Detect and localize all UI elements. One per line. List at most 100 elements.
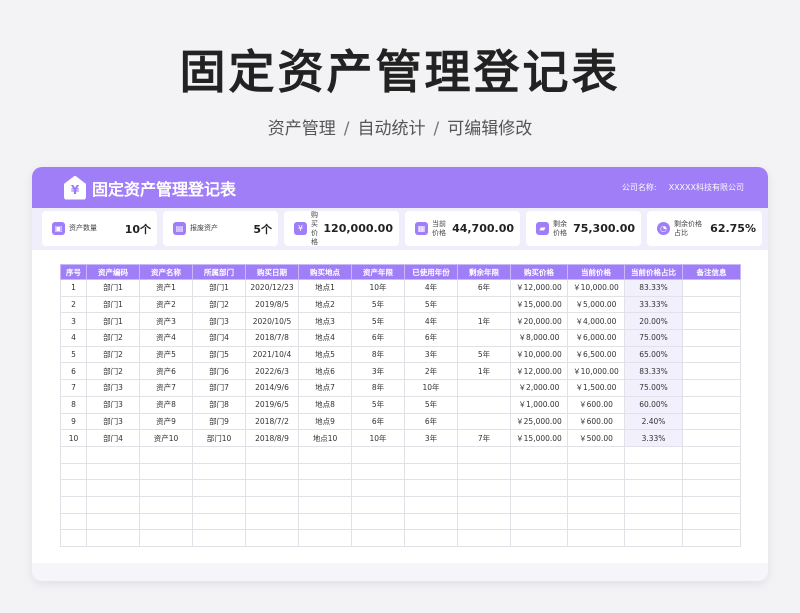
- table-cell[interactable]: 部门2: [86, 329, 140, 347]
- table-cell[interactable]: 部门10: [192, 429, 246, 447]
- table-cell[interactable]: 地点2: [298, 295, 352, 314]
- table-cell[interactable]: [624, 479, 683, 497]
- table-cell[interactable]: 资产3: [139, 312, 193, 331]
- table-cell[interactable]: 部门2: [86, 362, 140, 381]
- table-cell[interactable]: ￥10,000.00: [567, 279, 625, 297]
- table-cell[interactable]: 2021/10/4: [245, 345, 299, 364]
- table-cell[interactable]: 5: [60, 345, 87, 364]
- column-header[interactable]: 购买日期: [245, 264, 299, 280]
- table-cell[interactable]: 地点5: [298, 345, 352, 364]
- table-cell[interactable]: 6年: [404, 412, 458, 431]
- table-cell[interactable]: 地点3: [298, 312, 352, 331]
- table-cell[interactable]: 资产2: [139, 295, 193, 314]
- table-cell[interactable]: [567, 495, 625, 514]
- column-header[interactable]: 购买地点: [298, 264, 352, 280]
- table-cell[interactable]: [404, 495, 458, 514]
- table-cell[interactable]: [86, 495, 140, 514]
- column-header[interactable]: 剩余年限: [457, 264, 511, 280]
- table-cell[interactable]: 地点6: [298, 362, 352, 381]
- table-cell[interactable]: [510, 445, 568, 464]
- table-cell[interactable]: [567, 445, 625, 464]
- table-cell[interactable]: ￥10,000.00: [567, 362, 625, 381]
- table-cell[interactable]: [624, 445, 683, 464]
- table-cell[interactable]: [510, 512, 568, 531]
- column-header[interactable]: 已使用年份: [404, 264, 458, 280]
- table-cell[interactable]: [192, 529, 246, 547]
- table-cell[interactable]: [139, 495, 193, 514]
- table-cell[interactable]: [404, 445, 458, 464]
- table-cell[interactable]: [60, 479, 87, 497]
- table-cell[interactable]: ￥5,000.00: [567, 295, 625, 314]
- table-cell[interactable]: [682, 362, 741, 381]
- table-cell[interactable]: 资产5: [139, 345, 193, 364]
- table-cell[interactable]: [192, 462, 246, 481]
- table-cell[interactable]: 7: [60, 379, 87, 397]
- table-cell[interactable]: 6: [60, 362, 87, 381]
- table-cell[interactable]: [404, 529, 458, 547]
- table-cell[interactable]: [351, 529, 405, 547]
- table-cell[interactable]: ￥12,000.00: [510, 279, 568, 297]
- table-cell[interactable]: ￥8,000.00: [510, 329, 568, 347]
- table-cell[interactable]: [624, 462, 683, 481]
- table-cell[interactable]: [60, 462, 87, 481]
- table-cell[interactable]: [510, 495, 568, 514]
- table-cell[interactable]: 部门9: [192, 412, 246, 431]
- table-cell[interactable]: [682, 312, 741, 331]
- table-cell[interactable]: ￥600.00: [567, 395, 625, 414]
- table-cell[interactable]: [624, 529, 683, 547]
- table-cell[interactable]: 地点4: [298, 329, 352, 347]
- table-cell[interactable]: 10年: [404, 379, 458, 397]
- table-cell[interactable]: 6年: [351, 412, 405, 431]
- table-cell[interactable]: 10: [60, 429, 87, 447]
- table-cell[interactable]: [682, 279, 741, 297]
- table-cell[interactable]: [457, 395, 511, 414]
- table-cell[interactable]: [404, 479, 458, 497]
- table-cell[interactable]: [245, 529, 299, 547]
- table-cell[interactable]: 部门4: [192, 329, 246, 347]
- table-cell[interactable]: 2014/9/6: [245, 379, 299, 397]
- table-cell[interactable]: 部门8: [192, 395, 246, 414]
- table-cell[interactable]: 2018/8/9: [245, 429, 299, 447]
- table-cell[interactable]: [298, 479, 352, 497]
- table-cell[interactable]: [457, 445, 511, 464]
- table-cell[interactable]: [298, 512, 352, 531]
- table-cell[interactable]: 2019/6/5: [245, 395, 299, 414]
- table-cell[interactable]: 3年: [351, 362, 405, 381]
- table-cell[interactable]: 2019/8/5: [245, 295, 299, 314]
- table-cell[interactable]: 2: [60, 295, 87, 314]
- table-cell[interactable]: 资产1: [139, 279, 193, 297]
- table-cell[interactable]: ￥15,000.00: [510, 295, 568, 314]
- table-cell[interactable]: 部门3: [192, 312, 246, 331]
- table-cell[interactable]: [510, 479, 568, 497]
- table-cell[interactable]: 8年: [351, 345, 405, 364]
- table-cell[interactable]: [60, 529, 87, 547]
- table-cell[interactable]: ￥25,000.00: [510, 412, 568, 431]
- table-cell[interactable]: [567, 479, 625, 497]
- table-cell[interactable]: 2018/7/8: [245, 329, 299, 347]
- table-cell[interactable]: [457, 512, 511, 531]
- table-cell[interactable]: [86, 529, 140, 547]
- column-header[interactable]: 资产编码: [86, 264, 140, 280]
- table-cell[interactable]: 83.33%: [624, 279, 683, 297]
- table-cell[interactable]: 75.00%: [624, 329, 683, 347]
- table-cell[interactable]: [510, 462, 568, 481]
- table-cell[interactable]: 8: [60, 395, 87, 414]
- table-cell[interactable]: [139, 462, 193, 481]
- table-cell[interactable]: [139, 479, 193, 497]
- table-cell[interactable]: [60, 445, 87, 464]
- table-cell[interactable]: [457, 479, 511, 497]
- table-cell[interactable]: 部门2: [192, 295, 246, 314]
- table-cell[interactable]: 6年: [351, 329, 405, 347]
- table-cell[interactable]: 资产4: [139, 329, 193, 347]
- table-cell[interactable]: 部门1: [86, 295, 140, 314]
- table-cell[interactable]: 地点8: [298, 395, 352, 414]
- table-cell[interactable]: 部门2: [86, 345, 140, 364]
- table-cell[interactable]: 地点1: [298, 279, 352, 297]
- table-cell[interactable]: 1: [60, 279, 87, 297]
- table-cell[interactable]: ￥6,500.00: [567, 345, 625, 364]
- column-header[interactable]: 所属部门: [192, 264, 246, 280]
- table-cell[interactable]: 6年: [457, 279, 511, 297]
- table-cell[interactable]: [245, 445, 299, 464]
- table-cell[interactable]: [682, 412, 741, 431]
- table-cell[interactable]: 4: [60, 329, 87, 347]
